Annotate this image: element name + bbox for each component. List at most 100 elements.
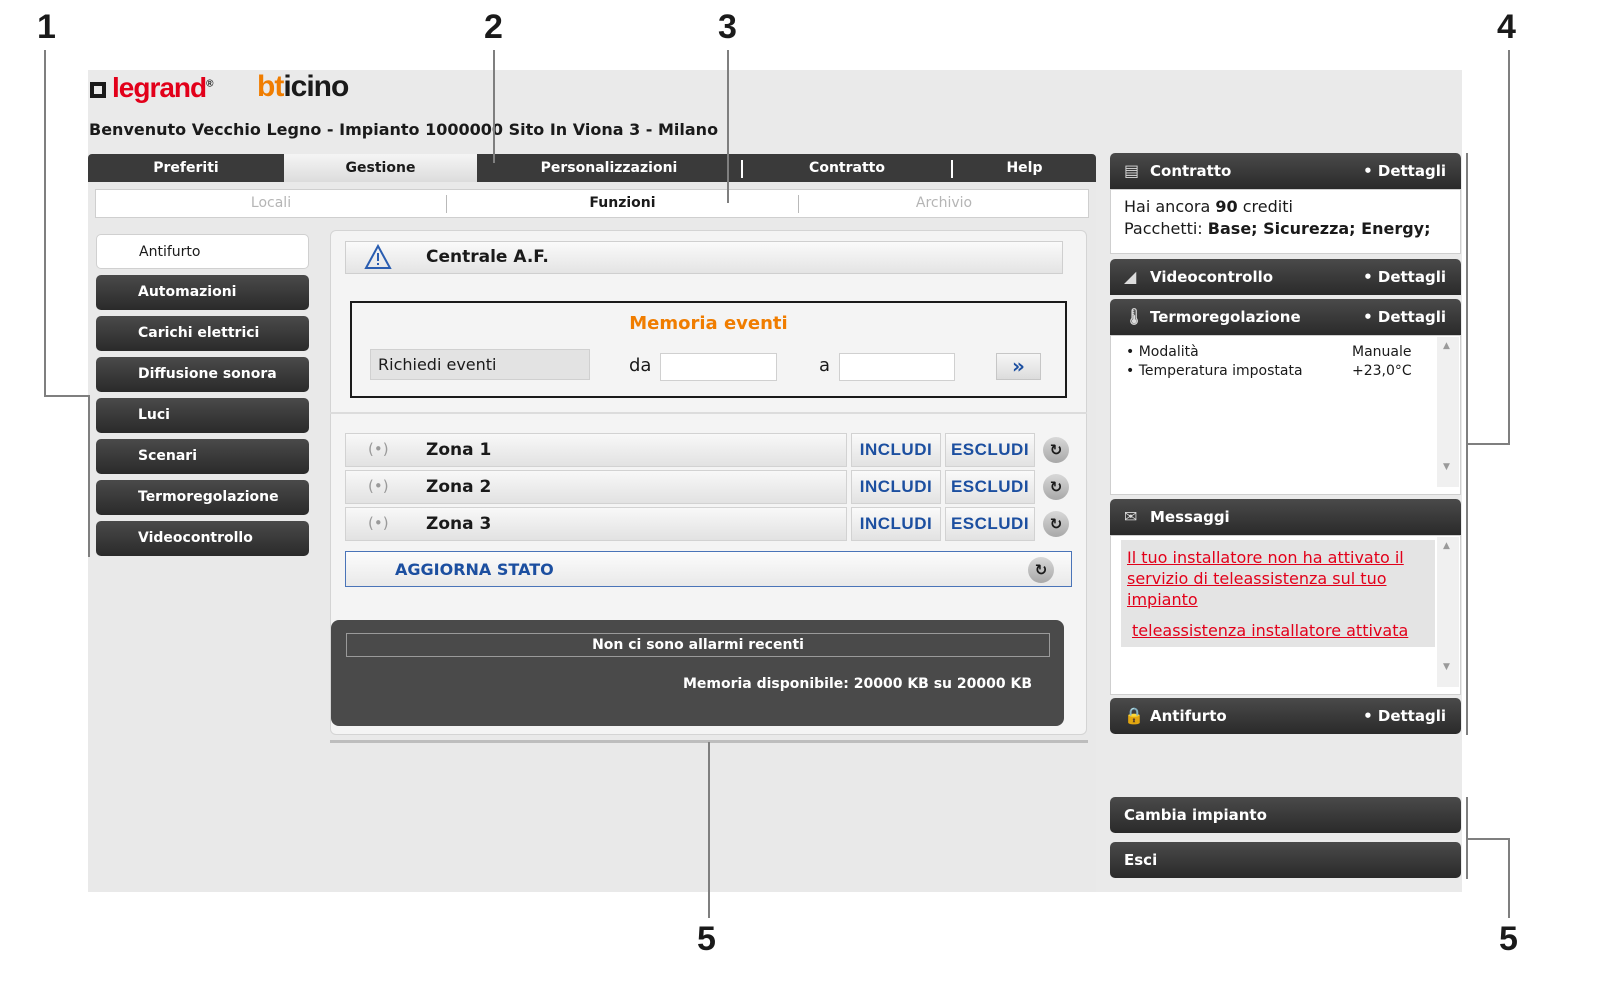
callout-4: 4: [1497, 8, 1516, 46]
tab-help[interactable]: Help: [953, 154, 1096, 182]
videocontrollo-header: ◢ Videocontrollo • Dettagli: [1110, 259, 1461, 295]
antifurto-header: 🔒 Antifurto • Dettagli: [1110, 698, 1461, 734]
to-label: a: [819, 355, 831, 376]
sidebar-item-termoregolazione[interactable]: Termoregolazione: [96, 480, 309, 515]
zone-label: Zona 1: [426, 440, 492, 460]
scroll-down-icon[interactable]: ▼: [1443, 662, 1450, 672]
scroll-down-icon[interactable]: ▼: [1443, 462, 1450, 472]
callout-5-center-leader: [708, 742, 710, 918]
tab-personalizzazioni[interactable]: Personalizzazioni: [477, 154, 741, 182]
callout-5-right-leader: [1508, 838, 1510, 918]
exclude-zone-1-button[interactable]: ESCLUDI: [945, 433, 1035, 467]
videocontrollo-details-link[interactable]: • Dettagli: [1363, 259, 1446, 295]
from-label: da: [629, 355, 652, 376]
callout-5-center: 5: [697, 920, 716, 958]
callout-5-right-leader: [1466, 838, 1510, 840]
sidebar-item-videocontrollo[interactable]: Videocontrollo: [96, 521, 309, 556]
exclude-zone-3-button[interactable]: ESCLUDI: [945, 507, 1035, 541]
scroll-up-icon[interactable]: ▲: [1443, 541, 1450, 551]
callout-5-right-bracket: [1466, 797, 1468, 879]
legrand-logo: legrand®: [90, 72, 214, 104]
exclude-zone-2-button[interactable]: ESCLUDI: [945, 470, 1035, 504]
callout-3-leader: [727, 50, 729, 203]
antifurto-details-link[interactable]: • Dettagli: [1363, 698, 1446, 734]
sensor-icon: (•): [368, 477, 389, 495]
refresh-zone-2-icon[interactable]: ↻: [1043, 474, 1069, 500]
sidebar-item-scenari[interactable]: Scenari: [96, 439, 309, 474]
messages-scrollbar[interactable]: ▲ ▼: [1437, 537, 1459, 687]
callout-1-bracket: [88, 397, 90, 557]
tab-preferiti[interactable]: Preferiti: [88, 154, 284, 182]
antifurto-title: Antifurto: [1150, 707, 1227, 725]
subtab-funzioni[interactable]: Funzioni: [447, 190, 798, 217]
termoregolazione-title: Termoregolazione: [1150, 308, 1301, 326]
alarm-status-text: Non ci sono allarmi recenti: [346, 633, 1050, 657]
credits-line: Hai ancora 90 crediti: [1124, 197, 1293, 216]
message-link-1[interactable]: Il tuo installatore non ha attivato il s…: [1127, 547, 1431, 610]
contratto-body: Hai ancora 90 crediti Pacchetti: Base; S…: [1110, 189, 1461, 254]
subtab-archivio[interactable]: Archivio: [799, 190, 1089, 217]
refresh-zone-1-icon[interactable]: ↻: [1043, 437, 1069, 463]
zone-row-3: (•) Zona 3: [345, 507, 847, 541]
sensor-icon: (•): [368, 440, 389, 458]
callout-2: 2: [484, 8, 503, 46]
include-zone-2-button[interactable]: INCLUDI: [851, 470, 941, 504]
contratto-details-link[interactable]: • Dettagli: [1363, 153, 1446, 189]
callout-3: 3: [718, 8, 737, 46]
camera-icon: ◢: [1124, 267, 1137, 286]
videocontrollo-title: Videocontrollo: [1150, 268, 1274, 286]
search-events-button[interactable]: »: [996, 353, 1041, 380]
refresh-zone-3-icon[interactable]: ↻: [1043, 511, 1069, 537]
include-zone-1-button[interactable]: INCLUDI: [851, 433, 941, 467]
sidebar-item-diffusione-sonora[interactable]: Diffusione sonora: [96, 357, 309, 392]
callout-5-right: 5: [1499, 920, 1518, 958]
refresh-all-icon[interactable]: ↻: [1028, 557, 1054, 583]
lock-icon: 🔒: [1124, 706, 1144, 725]
sidebar-item-carichi-elettrici[interactable]: Carichi elettrici: [96, 316, 309, 351]
tab-contratto[interactable]: Contratto: [743, 154, 951, 182]
sidebar-item-luci[interactable]: Luci: [96, 398, 309, 433]
date-to-input[interactable]: [839, 353, 955, 381]
callout-4-bracket: [1466, 153, 1468, 735]
sidebar-item-automazioni[interactable]: Automazioni: [96, 275, 309, 310]
zone-row-2: (•) Zona 2: [345, 470, 847, 504]
callout-4-leader: [1508, 50, 1510, 445]
sensor-icon: (•): [368, 514, 389, 532]
include-zone-3-button[interactable]: INCLUDI: [851, 507, 941, 541]
termoregolazione-body: • Modalità Manuale • Temperatura imposta…: [1110, 335, 1461, 495]
memoria-eventi-title: Memoria eventi: [629, 313, 788, 334]
callout-1-leader: [44, 395, 90, 397]
contratto-title: Contratto: [1150, 162, 1232, 180]
envelope-icon: ✉: [1124, 507, 1138, 526]
sub-tabs: Locali Funzioni Archivio: [95, 189, 1089, 218]
callout-4-leader: [1466, 443, 1510, 445]
tab-gestione[interactable]: Gestione: [284, 154, 477, 182]
scroll-up-icon[interactable]: ▲: [1443, 341, 1450, 351]
zone-row-1: (•) Zona 1: [345, 433, 847, 467]
memory-status-text: Memoria disponibile: 20000 KB su 20000 K…: [682, 676, 1032, 692]
messaggi-header: ✉ Messaggi: [1110, 499, 1461, 535]
temperature-label: • Temperatura impostata: [1126, 363, 1303, 379]
message-link-2[interactable]: teleassistenza installatore attivata: [1132, 620, 1436, 641]
richiedi-eventi-button[interactable]: Richiedi eventi: [370, 349, 590, 380]
packages-line: Pacchetti: Base; Sicurezza; Energy;: [1124, 219, 1431, 238]
bticino-logo: bticino: [257, 70, 349, 103]
termoregolazione-header: 🌡 Termoregolazione • Dettagli: [1110, 299, 1461, 335]
callout-1: 1: [37, 8, 56, 46]
messaggi-title: Messaggi: [1150, 508, 1230, 526]
callout-1-leader: [44, 50, 46, 397]
warning-icon: [364, 244, 392, 269]
sidebar-item-antifurto[interactable]: Antifurto: [96, 234, 309, 269]
termoregolazione-details-link[interactable]: • Dettagli: [1363, 299, 1446, 335]
section-divider: [330, 412, 1087, 414]
document-icon: ▤: [1124, 161, 1140, 180]
date-from-input[interactable]: [660, 353, 777, 381]
change-plant-button[interactable]: Cambia impianto: [1110, 797, 1461, 833]
termo-scrollbar[interactable]: ▲ ▼: [1437, 337, 1459, 487]
welcome-text: Benvenuto Vecchio Legno - Impianto 10000…: [89, 120, 719, 139]
subtab-locali[interactable]: Locali: [96, 190, 446, 217]
messaggi-body: Il tuo installatore non ha attivato il s…: [1110, 535, 1461, 695]
zone-label: Zona 2: [426, 477, 492, 497]
zone-label: Zona 3: [426, 514, 492, 534]
exit-button[interactable]: Esci: [1110, 842, 1461, 878]
